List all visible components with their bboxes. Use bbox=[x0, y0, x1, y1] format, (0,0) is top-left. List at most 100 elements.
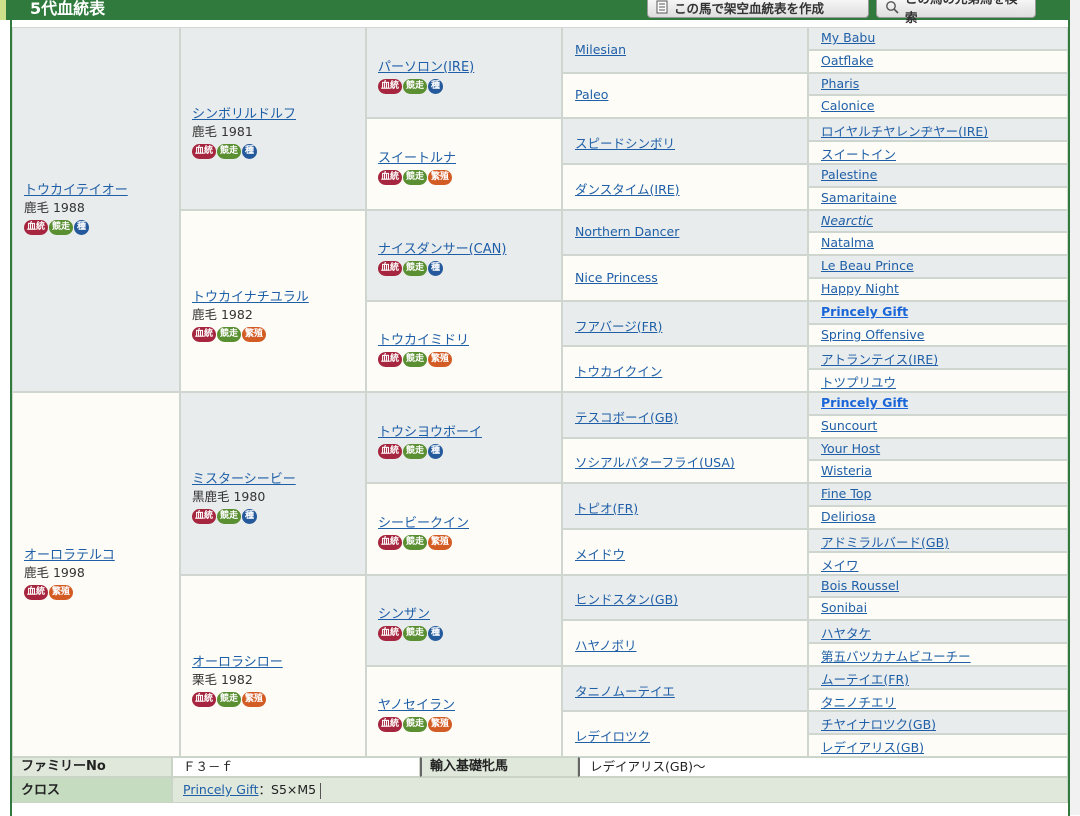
horse-name-link[interactable]: オーロラシロー bbox=[192, 655, 283, 671]
stud-badge[interactable]: 種 bbox=[242, 144, 258, 160]
horse-name-link[interactable]: トウカイテイオー bbox=[24, 183, 128, 199]
blood-badge[interactable]: 血統 bbox=[192, 144, 217, 160]
horse-name-link[interactable]: Oatflake bbox=[821, 53, 873, 68]
stud-badge[interactable]: 種 bbox=[428, 78, 444, 94]
horse-name-link[interactable]: Wisteria bbox=[821, 463, 872, 478]
horse-name-link[interactable]: ハヤタケ bbox=[821, 623, 871, 642]
brood-badge[interactable]: 繁殖 bbox=[428, 169, 453, 185]
blood-badge[interactable]: 血統 bbox=[378, 443, 403, 459]
horse-name-link[interactable]: タニノチエリ bbox=[821, 692, 896, 711]
blood-badge[interactable]: 血統 bbox=[192, 326, 217, 342]
brood-badge[interactable]: 繁殖 bbox=[242, 691, 267, 707]
horse-name-link[interactable]: トピオ(FR) bbox=[575, 498, 638, 517]
horse-name-link[interactable]: Samaritaine bbox=[821, 190, 897, 205]
horse-name-link[interactable]: スイートルナ bbox=[378, 151, 456, 167]
horse-name-link[interactable]: Milesian bbox=[575, 42, 626, 57]
horse-name-link[interactable]: スピードシンボリ bbox=[575, 133, 675, 152]
blood-badge[interactable]: 血統 bbox=[192, 691, 217, 707]
horse-name-link[interactable]: Bois Roussel bbox=[821, 578, 899, 593]
horse-name-link[interactable]: Palestine bbox=[821, 167, 877, 182]
horse-name-link[interactable]: Happy Night bbox=[821, 281, 899, 296]
stud-badge[interactable]: 種 bbox=[428, 261, 444, 277]
horse-name-link[interactable]: パーソロン(IRE) bbox=[378, 60, 474, 76]
race-badge[interactable]: 競走 bbox=[403, 626, 428, 642]
race-badge[interactable]: 競走 bbox=[49, 219, 74, 235]
search-siblings-button[interactable]: この馬の兄弟馬を検索 bbox=[876, 0, 1036, 25]
brood-badge[interactable]: 繁殖 bbox=[428, 717, 453, 733]
horse-name-link[interactable]: スイートイン bbox=[821, 144, 896, 163]
horse-name-link[interactable]: トウカイミドリ bbox=[378, 333, 469, 349]
race-badge[interactable]: 競走 bbox=[217, 509, 242, 525]
horse-name-link[interactable]: My Babu bbox=[821, 30, 875, 45]
blood-badge[interactable]: 血統 bbox=[378, 352, 403, 368]
horse-name-link[interactable]: シンザン bbox=[378, 607, 443, 623]
stud-badge[interactable]: 種 bbox=[74, 219, 90, 235]
create-fictional-pedigree-button[interactable]: この馬で架空血統表を作成 bbox=[647, 0, 869, 18]
horse-name-link[interactable]: シービークイン bbox=[378, 516, 469, 532]
horse-name-link[interactable]: アドミラルバード(GB) bbox=[821, 532, 949, 551]
race-badge[interactable]: 競走 bbox=[403, 169, 428, 185]
race-badge[interactable]: 競走 bbox=[403, 261, 428, 277]
stud-badge[interactable]: 種 bbox=[428, 443, 444, 459]
horse-name-link[interactable]: トツプリユウ bbox=[821, 372, 896, 391]
horse-name-link[interactable]: Fine Top bbox=[821, 486, 871, 501]
horse-name-link[interactable]: ヒンドスタン(GB) bbox=[575, 589, 678, 608]
race-badge[interactable]: 競走 bbox=[403, 78, 428, 94]
race-badge[interactable]: 競走 bbox=[403, 352, 428, 368]
horse-name-link[interactable]: チヤイナロツク(GB) bbox=[821, 714, 936, 733]
race-badge[interactable]: 競走 bbox=[217, 326, 242, 342]
blood-badge[interactable]: 血統 bbox=[192, 509, 217, 525]
horse-name-link[interactable]: メイワ bbox=[821, 555, 859, 574]
horse-name-link[interactable]: シンボリルドルフ bbox=[192, 107, 296, 123]
horse-name-link[interactable]: Northern Dancer bbox=[575, 224, 679, 239]
horse-name-link[interactable]: Suncourt bbox=[821, 418, 877, 433]
horse-name-link[interactable]: トウシヨウボーイ bbox=[378, 425, 482, 441]
horse-name-link[interactable]: ムーテイエ(FR) bbox=[821, 669, 909, 688]
horse-name-link[interactable]: Spring Offensive bbox=[821, 327, 924, 342]
stud-badge[interactable]: 種 bbox=[242, 509, 258, 525]
race-badge[interactable]: 競走 bbox=[217, 144, 242, 160]
horse-name-link[interactable]: ヤノセイラン bbox=[378, 698, 455, 714]
scrollbar[interactable] bbox=[1070, 0, 1080, 815]
blood-badge[interactable]: 血統 bbox=[378, 717, 403, 733]
horse-name-link[interactable]: フアバージ(FR) bbox=[575, 316, 662, 335]
horse-name-link[interactable]: テスコボーイ(GB) bbox=[575, 407, 678, 426]
blood-badge[interactable]: 血統 bbox=[378, 169, 403, 185]
horse-name-link[interactable]: Nice Princess bbox=[575, 270, 658, 285]
horse-name-link[interactable]: Calonice bbox=[821, 98, 874, 113]
horse-name-link[interactable]: ハヤノボリ bbox=[575, 635, 637, 654]
brood-badge[interactable]: 繁殖 bbox=[428, 352, 453, 368]
blood-badge[interactable]: 血統 bbox=[378, 78, 403, 94]
race-badge[interactable]: 競走 bbox=[217, 691, 242, 707]
blood-badge[interactable]: 血統 bbox=[378, 261, 403, 277]
cross-horse-link[interactable]: Princely Gift bbox=[183, 782, 259, 797]
horse-name-link[interactable]: Le Beau Prince bbox=[821, 258, 914, 273]
blood-badge[interactable]: 血統 bbox=[24, 584, 49, 600]
horse-name-link[interactable]: Natalma bbox=[821, 235, 874, 250]
brood-badge[interactable]: 繁殖 bbox=[428, 534, 453, 550]
horse-name-link[interactable]: オーロラテルコ bbox=[24, 548, 115, 564]
horse-name-link[interactable]: Your Host bbox=[821, 441, 880, 456]
horse-name-link[interactable]: トウカイクイン bbox=[575, 361, 662, 380]
horse-name-link[interactable]: Princely Gift bbox=[821, 304, 908, 319]
horse-name-link[interactable]: ナイスダンサー(CAN) bbox=[378, 242, 506, 258]
horse-name-link[interactable]: ソシアルバターフライ(USA) bbox=[575, 452, 735, 471]
blood-badge[interactable]: 血統 bbox=[378, 626, 403, 642]
horse-name-link[interactable]: ミスターシービー bbox=[192, 472, 296, 488]
horse-name-link[interactable]: アトランテイス(IRE) bbox=[821, 349, 938, 368]
race-badge[interactable]: 競走 bbox=[403, 717, 428, 733]
horse-name-link[interactable]: ロイヤルチヤレンヂヤー(IRE) bbox=[821, 121, 988, 140]
horse-name-link[interactable]: レデイロツク bbox=[575, 726, 650, 745]
brood-badge[interactable]: 繁殖 bbox=[242, 326, 267, 342]
stud-badge[interactable]: 種 bbox=[428, 626, 444, 642]
race-badge[interactable]: 競走 bbox=[403, 534, 428, 550]
blood-badge[interactable]: 血統 bbox=[24, 219, 49, 235]
horse-name-link[interactable]: Paleo bbox=[575, 87, 608, 102]
horse-name-link[interactable]: Nearctic bbox=[821, 213, 873, 228]
horse-name-link[interactable]: ダンスタイム(IRE) bbox=[575, 179, 680, 198]
horse-name-link[interactable]: Princely Gift bbox=[821, 395, 908, 410]
horse-name-link[interactable]: メイドウ bbox=[575, 544, 625, 563]
horse-name-link[interactable]: Pharis bbox=[821, 76, 859, 91]
horse-name-link[interactable]: Deliriosa bbox=[821, 509, 876, 524]
horse-name-link[interactable]: 第五バツカナムビユーチー bbox=[821, 646, 971, 665]
